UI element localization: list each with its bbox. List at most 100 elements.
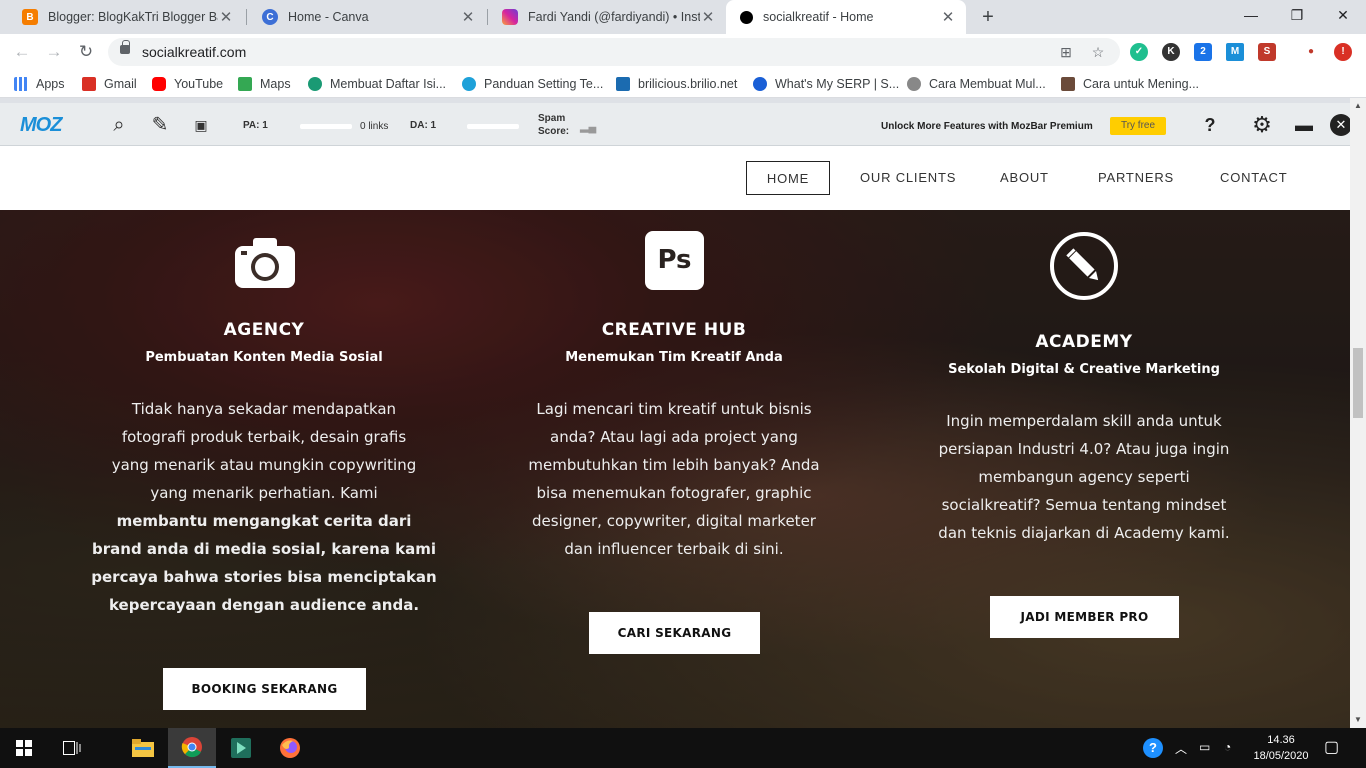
back-button[interactable]: ← — [10, 40, 34, 64]
close-icon[interactable]: ✕ — [1330, 114, 1352, 136]
star-icon[interactable]: ☆ — [1090, 44, 1106, 60]
tab-canva[interactable]: C Home - Canva ✕ — [248, 0, 486, 34]
minimize-button[interactable]: — — [1228, 0, 1274, 30]
mozbar-promo: Unlock More Features with MozBar Premium — [881, 121, 1093, 132]
browser-toolbar: ← → ↻ socialkreatif.com ⊞ ☆ ✓ K 2 M S ● … — [0, 34, 1366, 70]
pa-label: PA: 1 — [243, 120, 268, 131]
pa-meter — [300, 124, 352, 129]
jadi-member-pro-button[interactable]: JADI MEMBER PRO — [990, 596, 1179, 638]
scroll-up-arrow[interactable]: ▲ — [1350, 98, 1366, 114]
scroll-down-arrow[interactable]: ▼ — [1350, 712, 1366, 728]
bookmark-gmail[interactable]: Gmail — [82, 75, 137, 93]
help-icon[interactable]: ? — [1198, 113, 1222, 137]
close-icon[interactable]: ✕ — [218, 8, 234, 26]
seo-extension-icon[interactable]: S — [1258, 43, 1276, 61]
bookmark-serp[interactable]: What's My SERP | S... — [753, 75, 899, 93]
academy-title: ACADEMY — [1035, 332, 1133, 352]
close-icon[interactable]: ✕ — [940, 8, 956, 26]
pencil-icon — [1049, 231, 1119, 306]
address-bar[interactable]: socialkreatif.com ⊞ ☆ — [108, 38, 1120, 66]
chrome-icon[interactable] — [168, 728, 216, 768]
tab-instagram[interactable]: Fardi Yandi (@fardiyandi) • Instag ✕ — [488, 0, 726, 34]
clock-time: 14.36 — [1267, 734, 1295, 746]
bookmark-brilio[interactable]: brilicious.brilio.net — [616, 75, 737, 93]
bookmark-label: Gmail — [104, 77, 137, 91]
bookmark-label: YouTube — [174, 77, 224, 91]
nav-our-clients[interactable]: OUR CLIENTS — [840, 161, 976, 195]
close-icon[interactable]: ✕ — [460, 8, 476, 26]
collapse-icon[interactable]: ▬ — [1292, 113, 1316, 137]
booking-sekarang-button[interactable]: BOOKING SEKARANG — [163, 668, 366, 710]
battery-icon[interactable]: ▭ — [1199, 740, 1210, 754]
system-clock[interactable]: 14.36 18/05/2020 — [1246, 732, 1316, 764]
tab-socialkreatif[interactable]: socialkreatif - Home ✕ — [726, 0, 966, 34]
bookmarks-bar: Apps Gmail YouTube Maps Membuat Daftar I… — [0, 70, 1366, 98]
bookmark-apps[interactable]: Apps — [14, 75, 65, 93]
pencil-icon[interactable]: ✎ — [147, 112, 173, 138]
update-icon[interactable]: ! — [1334, 43, 1352, 61]
extension-check-icon[interactable]: ✓ — [1130, 43, 1148, 61]
app-icon[interactable] — [217, 728, 265, 768]
apps-grid-icon — [14, 77, 28, 91]
firefox-icon[interactable] — [266, 728, 314, 768]
url-text[interactable]: socialkreatif.com — [142, 44, 246, 60]
bookmark-label: What's My SERP | S... — [775, 77, 900, 91]
thumbnail-icon — [1061, 77, 1075, 91]
reload-button[interactable]: ↻ — [74, 40, 98, 64]
scroll-thumb[interactable] — [1353, 348, 1363, 418]
canva-icon: C — [262, 9, 278, 25]
bookmark-label: Panduan Setting Te... — [484, 77, 604, 91]
gear-icon[interactable]: ⚙ — [1250, 113, 1274, 137]
academy-subtitle: Sekolah Digital & Creative Marketing — [948, 362, 1220, 377]
moz-logo[interactable]: MOZ — [20, 114, 62, 137]
links-count[interactable]: 0 links — [360, 121, 388, 132]
restore-button[interactable]: ❐ — [1274, 0, 1320, 30]
bookmark-daftar-isi[interactable]: Membuat Daftar Isi... — [308, 75, 446, 93]
profile-avatar[interactable]: ● — [1302, 43, 1320, 61]
tab-title: Home - Canva — [288, 10, 369, 24]
cari-sekarang-button[interactable]: CARI SEKARANG — [589, 612, 760, 654]
notification-icon[interactable]: ▢ — [1324, 737, 1339, 757]
spam-bars-icon: ▂▄ — [580, 121, 597, 133]
bookmark-label: Membuat Daftar Isi... — [330, 77, 447, 91]
lock-icon[interactable] — [120, 40, 130, 54]
try-free-button[interactable]: Try free — [1110, 117, 1166, 135]
nav-partners[interactable]: PARTNERS — [1078, 161, 1194, 195]
file-explorer-icon[interactable] — [119, 728, 167, 768]
bookmark-label: Cara untuk Mening... — [1083, 77, 1200, 91]
agency-subtitle: Pembuatan Konten Media Sosial — [145, 350, 383, 365]
chevron-up-icon[interactable]: ︿ — [1175, 740, 1187, 757]
nav-about[interactable]: ABOUT — [980, 161, 1069, 195]
page-scrollbar[interactable]: ▲ ▼ — [1350, 98, 1366, 728]
wifi-icon[interactable]: ◔ — [1224, 740, 1231, 754]
task-view-icon[interactable] — [48, 728, 96, 768]
creative-hub-subtitle: Menemukan Tim Kreatif Anda — [565, 350, 783, 365]
nav-home[interactable]: HOME — [746, 161, 830, 195]
nav-contact[interactable]: CONTACT — [1200, 161, 1307, 195]
bookmark-label: Apps — [36, 77, 65, 91]
tab-blogger[interactable]: B Blogger: BlogKakTri Blogger Banj ✕ — [8, 0, 244, 34]
bookmark-panduan[interactable]: Panduan Setting Te... — [462, 75, 603, 93]
windows-start-icon[interactable] — [0, 728, 48, 768]
page-viewport: HOME OUR CLIENTS ABOUT PARTNERS CONTACT … — [0, 146, 1350, 728]
keyword-icon[interactable]: ▣ — [188, 112, 214, 138]
bookmark-cara-untuk[interactable]: Cara untuk Mening... — [1061, 75, 1199, 93]
page-analysis-icon[interactable]: ⌕ — [106, 112, 132, 138]
new-tab-button[interactable]: + — [978, 5, 998, 29]
extension-blue-icon[interactable]: 2 — [1194, 43, 1212, 61]
bookmark-maps[interactable]: Maps — [238, 75, 291, 93]
agency-title: AGENCY — [223, 320, 305, 340]
moz-extension-icon[interactable]: M — [1226, 43, 1244, 61]
clock-date: 18/05/2020 — [1253, 750, 1309, 762]
forward-button[interactable]: → — [42, 40, 66, 64]
help-icon[interactable]: ? — [1143, 738, 1163, 758]
tab-strip: B Blogger: BlogKakTri Blogger Banj ✕ C H… — [0, 0, 1366, 34]
translate-icon[interactable]: ⊞ — [1058, 44, 1074, 60]
bookmark-youtube[interactable]: YouTube — [152, 75, 223, 93]
instagram-icon — [502, 9, 518, 25]
close-window-button[interactable]: ✕ — [1320, 0, 1366, 30]
bookmark-cara-membuat[interactable]: Cara Membuat Mul... — [907, 75, 1046, 93]
close-icon[interactable]: ✕ — [700, 8, 716, 26]
link-icon — [308, 77, 322, 91]
extension-k-icon[interactable]: K — [1162, 43, 1180, 61]
